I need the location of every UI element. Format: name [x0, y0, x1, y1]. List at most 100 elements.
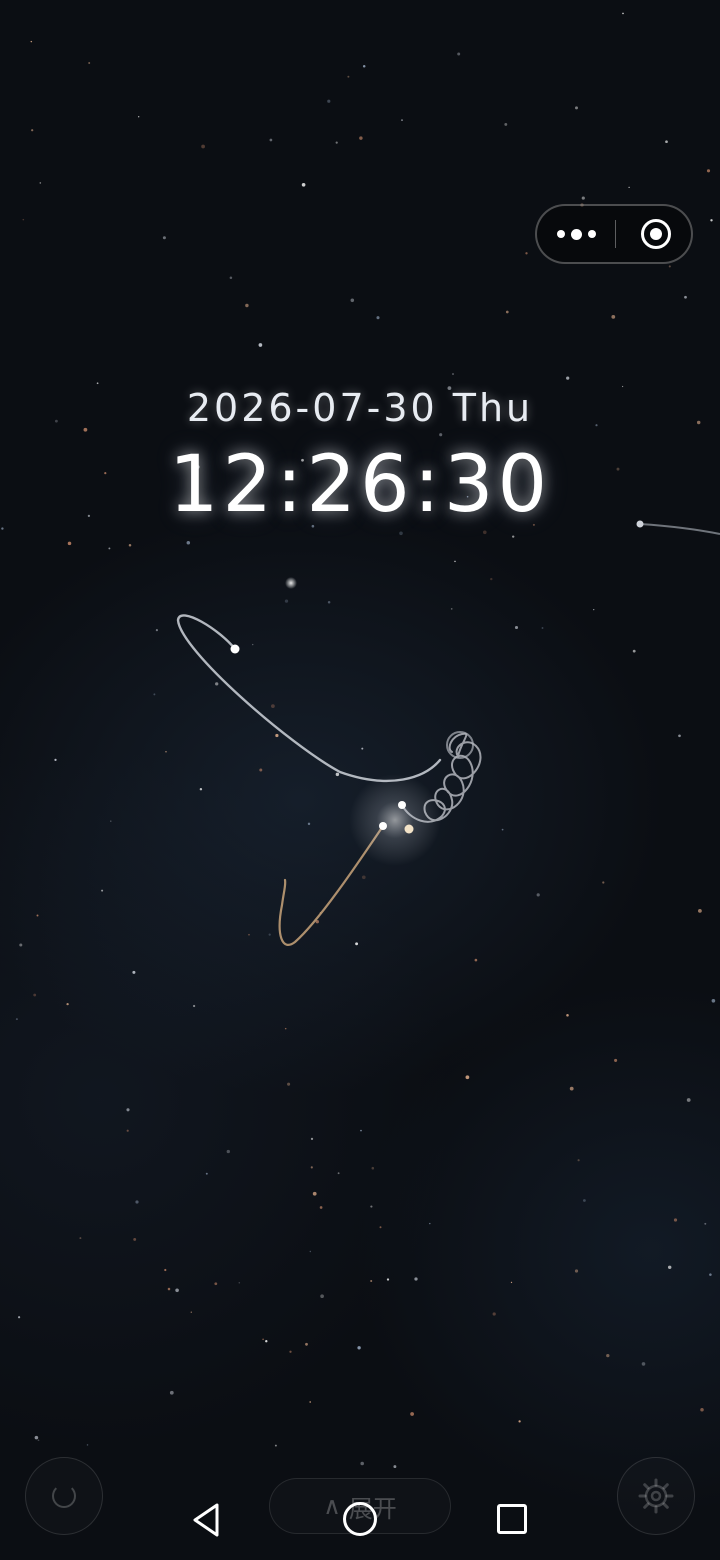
star	[79, 1237, 82, 1240]
star	[214, 1282, 218, 1286]
body-center-b	[398, 801, 406, 809]
star	[169, 1390, 174, 1395]
star	[126, 1129, 129, 1132]
star	[684, 295, 687, 299]
star	[310, 1166, 313, 1169]
star	[622, 12, 624, 15]
star	[265, 1340, 268, 1343]
star	[569, 1086, 574, 1091]
system-navigation-bar	[0, 1480, 720, 1560]
star	[512, 535, 515, 538]
star	[252, 643, 254, 646]
star	[335, 141, 338, 144]
star	[108, 547, 111, 550]
star	[482, 530, 487, 535]
star	[575, 106, 578, 110]
star	[36, 914, 39, 917]
star	[678, 734, 681, 738]
star	[39, 182, 42, 184]
star	[320, 1294, 324, 1299]
star	[132, 970, 136, 974]
star	[15, 1018, 18, 1021]
star	[33, 993, 37, 997]
star	[536, 893, 540, 897]
star	[167, 1287, 171, 1291]
star	[37, 1439, 40, 1442]
more-button[interactable]	[537, 206, 615, 262]
star	[614, 1058, 618, 1062]
star	[101, 889, 104, 892]
star	[465, 1075, 470, 1080]
star	[361, 747, 364, 750]
star	[474, 958, 478, 962]
star	[439, 433, 443, 437]
three-body-screen: 2026-07-30 Thu 12:26:30 ∧ 展开	[0, 0, 720, 1560]
star	[541, 627, 544, 629]
star	[370, 1279, 373, 1283]
star	[410, 1412, 414, 1416]
star	[611, 315, 616, 319]
time-display: 12:26:30	[168, 440, 552, 530]
star	[581, 196, 585, 200]
star	[309, 1401, 312, 1403]
star	[370, 1205, 373, 1208]
star	[88, 62, 91, 64]
target-circle-icon[interactable]	[641, 219, 671, 249]
star	[205, 1172, 208, 1175]
star	[628, 186, 630, 189]
star	[135, 1200, 139, 1204]
star	[593, 608, 595, 611]
more-dot-right	[587, 230, 596, 238]
star	[454, 560, 456, 563]
star	[19, 943, 23, 947]
star	[310, 1137, 314, 1141]
star	[710, 219, 713, 222]
star	[566, 376, 570, 380]
star	[275, 733, 279, 738]
star	[335, 772, 340, 777]
star	[510, 1281, 513, 1284]
star	[165, 751, 167, 753]
star	[450, 608, 453, 610]
body-center-c	[404, 824, 414, 834]
star	[371, 1166, 375, 1170]
orbit-trail-white	[176, 614, 442, 783]
star	[201, 144, 205, 149]
central-glow	[349, 774, 441, 866]
star	[162, 236, 166, 240]
star	[686, 1098, 691, 1102]
star	[128, 543, 132, 547]
star	[86, 1444, 89, 1446]
star	[359, 136, 363, 140]
star	[305, 1342, 308, 1346]
star	[711, 998, 716, 1003]
star	[505, 310, 509, 314]
star	[574, 1269, 579, 1273]
more-dots-icon	[556, 230, 565, 238]
star	[350, 298, 355, 303]
star	[665, 140, 668, 144]
star	[238, 1281, 241, 1284]
home-circle-icon[interactable]	[343, 1502, 377, 1536]
star	[337, 1172, 340, 1175]
star	[215, 682, 219, 686]
star	[632, 649, 636, 653]
star	[229, 276, 233, 279]
star	[327, 99, 331, 103]
back-triangle-icon[interactable]	[186, 1500, 226, 1540]
star	[401, 119, 403, 121]
star	[258, 343, 263, 347]
star	[319, 1206, 323, 1209]
more-dot-center	[570, 228, 582, 240]
star	[376, 316, 380, 320]
star	[262, 1338, 264, 1341]
star	[673, 1218, 678, 1222]
star	[583, 1199, 586, 1202]
body-center-a	[379, 822, 387, 830]
star	[355, 942, 359, 946]
recent-square-icon[interactable]	[497, 1504, 527, 1534]
star	[153, 693, 156, 696]
star	[307, 822, 311, 826]
star	[360, 1461, 364, 1466]
star	[309, 1250, 311, 1253]
